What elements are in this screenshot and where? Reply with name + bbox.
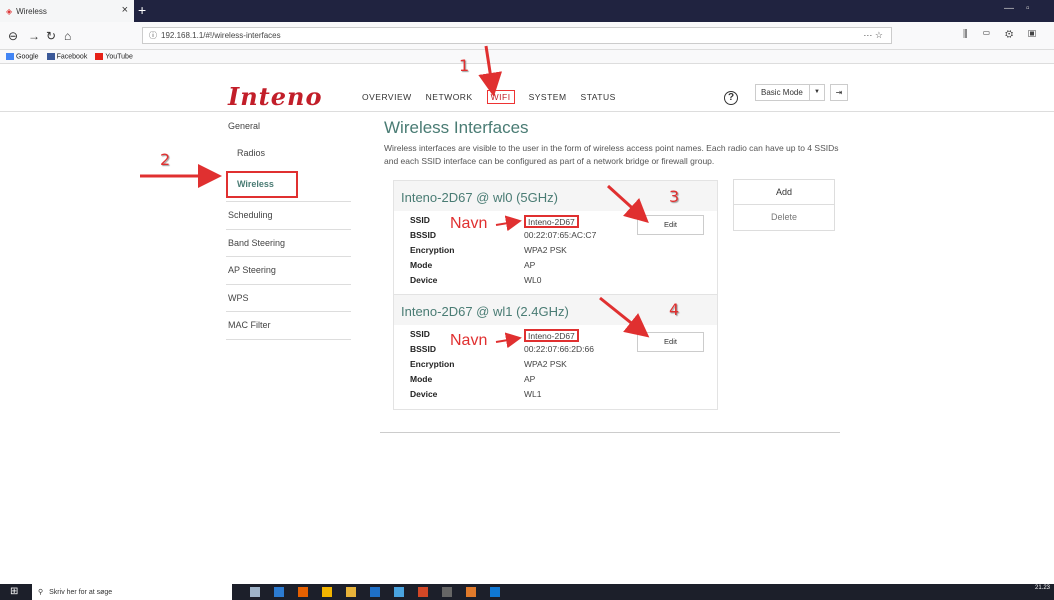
wifi-icon: ◈ xyxy=(6,6,13,16)
menu-wifi[interactable]: WIFI xyxy=(486,90,515,104)
search-placeholder: Skriv her for at søge xyxy=(49,588,113,596)
home-icon[interactable]: ⌂ xyxy=(64,29,71,43)
browser-nav-bar: ⊖ → ↻ ⌂ ⓘ 192.168.1.1/#!/wireless-interf… xyxy=(0,22,1054,50)
add-button[interactable]: Add xyxy=(734,180,834,205)
powerpoint-icon[interactable] xyxy=(418,587,428,597)
bookmark-google[interactable]: Google xyxy=(6,52,39,60)
file-explorer-icon[interactable] xyxy=(346,587,356,597)
info-icon: ⓘ xyxy=(149,31,157,40)
bookmark-youtube[interactable]: YouTube xyxy=(95,52,133,60)
app-header: Inteno OVERVIEW NETWORK WIFI SYSTEM STAT… xyxy=(0,64,1054,112)
mode-value: AP xyxy=(524,260,536,270)
field-label: Mode xyxy=(410,260,433,270)
forward-icon[interactable]: → xyxy=(28,29,40,43)
system-tray: 21.23 xyxy=(1035,585,1050,592)
sidebar-item-wireless[interactable]: Wireless xyxy=(226,170,298,198)
main-menu: OVERVIEW NETWORK WIFI SYSTEM STATUS xyxy=(362,90,616,104)
restore-icon[interactable]: ▫ xyxy=(1026,3,1030,14)
sidebar-item-mac-filter[interactable]: MAC Filter xyxy=(226,312,351,340)
youtube-icon xyxy=(95,52,104,60)
bookmarks-bar: Google Facebook YouTube xyxy=(0,50,1054,64)
taskbar-search[interactable]: ⚲ Skriv her for at søge xyxy=(32,584,232,600)
field-label: Mode xyxy=(410,374,433,384)
mode-select[interactable]: Basic Mode ▼ xyxy=(755,84,825,101)
taskbar: ⊞ ⚲ Skriv her for at søge 21.23 xyxy=(0,584,1054,600)
search-icon: ⚲ xyxy=(38,589,44,596)
ssid-value: Inteno-2D67 xyxy=(524,215,579,228)
arrow-app-icon[interactable] xyxy=(466,587,476,597)
ssid-value: Inteno-2D67 xyxy=(524,329,579,342)
annotation-navn: Navn xyxy=(450,332,488,349)
page-description: Wireless interfaces are visible to the u… xyxy=(384,143,839,166)
edit-button-wl1[interactable]: Edit xyxy=(637,332,704,352)
sidebar-item-general[interactable]: General xyxy=(226,112,351,140)
menu-system[interactable]: SYSTEM xyxy=(529,92,567,104)
tab-title: Wireless xyxy=(16,6,47,16)
main-content: Wireless Interfaces Wireless interfaces … xyxy=(384,118,844,168)
bookmark-facebook[interactable]: Facebook xyxy=(46,52,87,60)
sidebar-item-wireless-row: Wireless xyxy=(226,167,351,202)
menu-network[interactable]: NETWORK xyxy=(426,92,473,104)
field-label: Encryption xyxy=(410,359,455,369)
edit-button-wl0[interactable]: Edit xyxy=(637,215,704,235)
sidebar-item-wps[interactable]: WPS xyxy=(226,285,351,312)
clock-time[interactable]: 21.23 xyxy=(1035,585,1050,591)
task-view-icon[interactable] xyxy=(250,587,260,597)
page-actions-icon[interactable]: ⋯ ☆ xyxy=(863,30,883,41)
outlook-icon[interactable] xyxy=(370,587,380,597)
inteno-logo: Inteno xyxy=(228,82,323,111)
field-label: Device xyxy=(410,275,438,285)
toolbar-icons[interactable]: ⫼ ▭ ⚙ ▣ xyxy=(963,29,1042,40)
app-icon[interactable] xyxy=(394,587,404,597)
browser-tab-bar: ◈ Wireless × + — ▫ xyxy=(0,0,1054,22)
chevron-down-icon: ▼ xyxy=(809,85,824,100)
encryption-value: WPA2 PSK xyxy=(524,359,567,369)
firefox-icon[interactable] xyxy=(298,587,308,597)
field-label: Device xyxy=(410,389,438,399)
encryption-value: WPA2 PSK xyxy=(524,245,567,255)
sidebar-item-band-steering[interactable]: Band Steering xyxy=(226,230,351,257)
google-icon xyxy=(6,52,14,60)
device-value: WL1 xyxy=(524,389,542,399)
url-bar[interactable]: ⓘ 192.168.1.1/#!/wireless-interfaces ⋯ ☆ xyxy=(142,27,892,44)
page-title: Wireless Interfaces xyxy=(384,118,529,137)
interface-actions: Add Delete xyxy=(733,179,835,231)
field-label: Encryption xyxy=(410,245,455,255)
back-icon[interactable]: ⊖ xyxy=(8,29,18,43)
close-tab-icon[interactable]: × xyxy=(122,4,128,16)
annotation-number-3: 3 xyxy=(669,187,680,206)
annotation-navn: Navn xyxy=(450,215,488,232)
calculator-icon[interactable] xyxy=(442,587,452,597)
divider xyxy=(380,432,840,433)
menu-status[interactable]: STATUS xyxy=(581,92,616,104)
annotation-number-1: 1 xyxy=(459,56,470,75)
mode-value: Basic Mode xyxy=(761,88,803,97)
minimize-icon[interactable]: — xyxy=(1004,3,1014,14)
menu-overview[interactable]: OVERVIEW xyxy=(362,92,412,104)
taskbar-apps xyxy=(250,587,500,597)
sidebar-item-scheduling[interactable]: Scheduling xyxy=(226,202,351,230)
url-text: 192.168.1.1/#!/wireless-interfaces xyxy=(161,31,281,40)
bssid-value: 00:22:07:65:AC:C7 xyxy=(524,230,597,240)
chrome-icon[interactable] xyxy=(322,587,332,597)
help-icon[interactable]: ? xyxy=(724,91,738,105)
mode-value: AP xyxy=(524,374,536,384)
annotation-number-4: 4 xyxy=(669,300,680,319)
facebook-icon xyxy=(46,52,55,60)
reload-icon[interactable]: ↻ xyxy=(46,29,56,43)
device-value: WL0 xyxy=(524,275,542,285)
new-tab-button[interactable]: + xyxy=(138,2,146,18)
annotation-number-2: 2 xyxy=(160,150,171,169)
store-icon[interactable] xyxy=(490,587,500,597)
edge-icon[interactable] xyxy=(274,587,284,597)
sidebar: General Radios Wireless Scheduling Band … xyxy=(226,112,351,340)
windows-start-icon[interactable]: ⊞ xyxy=(10,587,20,597)
bssid-value: 00:22:07:66:2D:66 xyxy=(524,344,594,354)
sidebar-item-ap-steering[interactable]: AP Steering xyxy=(226,257,351,285)
browser-tab[interactable]: ◈ Wireless × xyxy=(0,0,134,22)
delete-button[interactable]: Delete xyxy=(734,205,834,230)
logout-icon[interactable]: ⇥ xyxy=(830,84,848,101)
sidebar-item-radios[interactable]: Radios xyxy=(226,140,351,168)
